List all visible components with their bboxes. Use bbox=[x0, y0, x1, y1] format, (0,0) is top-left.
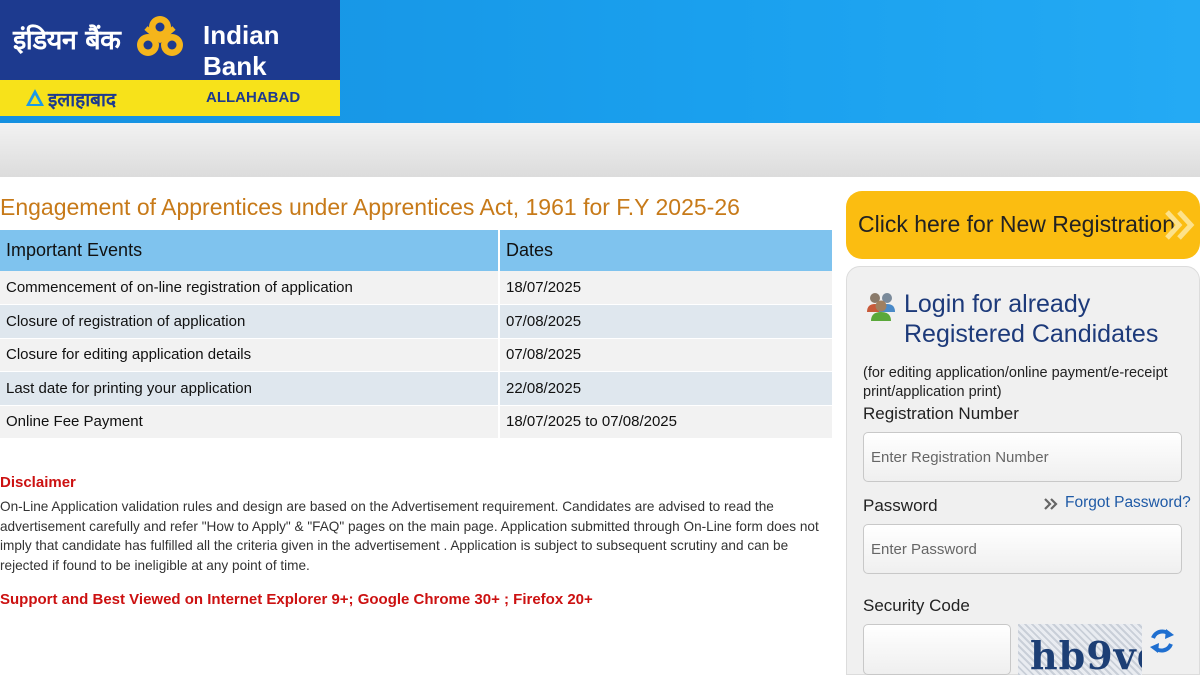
refresh-captcha-icon[interactable] bbox=[1148, 626, 1176, 656]
new-registration-label: Click here for New Registration bbox=[858, 211, 1176, 237]
event-cell: Last date for printing your application bbox=[0, 371, 500, 406]
captcha-image: hb9vq bbox=[1018, 624, 1142, 675]
logo-hindi-text: इंडियन बैंक bbox=[13, 25, 121, 56]
logo-allahabad-hindi: इलाहाबाद bbox=[48, 89, 117, 111]
login-title: Login for already Registered Candidates bbox=[904, 290, 1159, 348]
login-subtitle: (for editing application/online payment/… bbox=[863, 365, 1168, 400]
event-cell: Commencement of on-line registration of … bbox=[0, 271, 500, 305]
important-events-table: Important Events Dates Commencement of o… bbox=[0, 230, 834, 439]
bank-emblem-icon bbox=[137, 16, 183, 56]
page-title: Engagement of Apprentices under Apprenti… bbox=[0, 194, 740, 220]
table-row: Last date for printing your application … bbox=[0, 371, 834, 406]
table-header-row: Important Events Dates bbox=[0, 230, 834, 271]
navigation-bar bbox=[0, 123, 1200, 177]
logo-allahabad-english: ALLAHABAD bbox=[206, 89, 301, 106]
date-cell: 07/08/2025 bbox=[499, 304, 834, 339]
users-icon bbox=[867, 293, 895, 321]
registration-number-label: Registration Number bbox=[863, 404, 1019, 423]
table-row: Commencement of on-line registration of … bbox=[0, 271, 834, 305]
table-row: Online Fee Payment 18/07/2025 to 07/08/2… bbox=[0, 405, 834, 439]
column-header-dates: Dates bbox=[499, 230, 834, 271]
forgot-password-link[interactable]: Forgot Password? bbox=[1065, 494, 1191, 512]
disclaimer-heading: Disclaimer bbox=[0, 474, 76, 491]
double-chevron-icon bbox=[1044, 498, 1058, 510]
bank-logo[interactable]: इंडियन बैंक Indian Bank इलाहाबाद ALLAHAB… bbox=[0, 0, 340, 116]
column-header-events: Important Events bbox=[0, 230, 500, 271]
date-cell: 18/07/2025 bbox=[499, 271, 834, 305]
disclaimer-text: On-Line Application validation rules and… bbox=[0, 499, 819, 573]
registration-number-input[interactable] bbox=[863, 432, 1182, 482]
date-cell: 07/08/2025 bbox=[499, 338, 834, 372]
browser-support-note: Support and Best Viewed on Internet Expl… bbox=[0, 591, 593, 608]
captcha-text: hb9vq bbox=[1030, 633, 1142, 675]
event-cell: Closure of registration of application bbox=[0, 304, 500, 339]
event-cell: Online Fee Payment bbox=[0, 405, 500, 439]
logo-english-text: Indian Bank bbox=[203, 20, 280, 81]
date-cell: 18/07/2025 to 07/08/2025 bbox=[499, 405, 834, 439]
security-code-label: Security Code bbox=[863, 596, 970, 615]
allahabad-triangle-icon bbox=[26, 89, 44, 106]
date-cell: 22/08/2025 bbox=[499, 371, 834, 406]
password-label: Password bbox=[863, 496, 938, 515]
password-input[interactable] bbox=[863, 524, 1182, 574]
table-row: Closure for editing application details … bbox=[0, 338, 834, 372]
double-chevron-right-icon bbox=[1165, 210, 1195, 240]
new-registration-button[interactable]: Click here for New Registration bbox=[846, 191, 1200, 259]
table-row: Closure of registration of application 0… bbox=[0, 304, 834, 339]
security-code-input[interactable] bbox=[863, 624, 1011, 675]
event-cell: Closure for editing application details bbox=[0, 338, 500, 372]
